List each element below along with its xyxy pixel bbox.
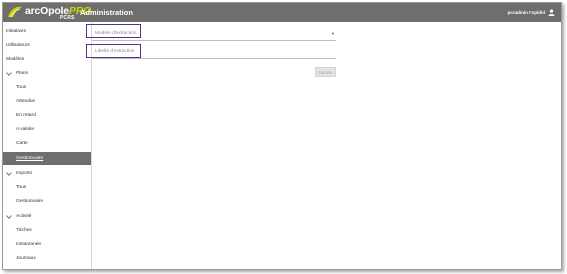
chevron-down-icon xyxy=(6,214,12,219)
sidebar-item-label: Modèles xyxy=(6,57,25,62)
sidebar-item-label: Carte xyxy=(16,141,28,146)
logo: arcOpolePRO xyxy=(7,5,91,20)
sidebar-item-plans-gestionnaire[interactable]: Gestionnaire xyxy=(3,152,91,165)
user-name: pcradmin I'opidnl xyxy=(507,10,545,15)
sidebar-item-utilisateurs[interactable]: Utilisateurs xyxy=(3,39,91,52)
sidebar-item-label: Gestionnaire xyxy=(16,156,44,161)
sidebar-item-plans-a-valider[interactable]: A valider xyxy=(3,123,91,136)
logo-subtitle: PCRS xyxy=(60,15,75,21)
sidebar-item-activite-journaux[interactable]: Journaux xyxy=(3,252,91,265)
sidebar-item-plans-carte[interactable]: Carte xyxy=(3,137,91,150)
sidebar-item-label: Journaux xyxy=(16,256,36,261)
logo-mark-icon xyxy=(8,6,22,18)
sidebar-item-label: Plans xyxy=(16,71,28,76)
app-window: arcOpolePRO PCRS Administration pcradmin… xyxy=(2,2,562,270)
sidebar-item-modeles[interactable]: Modèles xyxy=(3,53,91,66)
sidebar-item-imports[interactable]: Imports xyxy=(3,167,91,180)
sidebar-item-label: Attendus xyxy=(16,99,35,104)
sidebar-item-label: Tâches xyxy=(16,228,32,233)
sidebar-item-activite-instantanee[interactable]: Instantanée xyxy=(3,238,91,251)
sidebar-item-label: Tous xyxy=(16,185,27,190)
sidebar-item-label: Imports xyxy=(16,171,32,176)
user-menu[interactable]: pcradmin I'opidnl xyxy=(508,9,555,16)
sidebar-item-label: Initiatives xyxy=(6,29,26,34)
sidebar-item-activite[interactable]: Activité xyxy=(3,210,91,223)
sidebar-item-imports-gestionnaire[interactable]: Gestionnaire xyxy=(3,195,91,208)
sidebar-item-label: Tous xyxy=(16,85,27,90)
sidebar-item-label: Activité xyxy=(16,214,32,219)
sidebar-item-plans[interactable]: Plans xyxy=(3,67,91,80)
main-content: Modèle d'extraction ▾ Libellé d'extracti… xyxy=(86,22,561,269)
chevron-down-icon xyxy=(6,171,12,176)
sidebar-item-label: A valider xyxy=(16,127,35,132)
sidebar: Initiatives Utilisateurs Modèles Plans T… xyxy=(3,22,92,269)
extract-button[interactable]: Extraire xyxy=(315,67,336,77)
sidebar-item-initiatives[interactable]: Initiatives xyxy=(3,25,91,38)
sidebar-item-plans-en-retard[interactable]: En retard xyxy=(3,109,91,122)
sidebar-item-plans-attendus[interactable]: Attendus xyxy=(3,95,91,108)
sidebar-item-imports-tous[interactable]: Tous xyxy=(3,181,91,194)
user-icon xyxy=(548,9,555,16)
dropdown-caret-icon: ▾ xyxy=(331,31,334,36)
sidebar-item-label: En retard xyxy=(16,113,36,118)
sidebar-item-activite-taches[interactable]: Tâches xyxy=(3,224,91,237)
sidebar-item-label: Utilisateurs xyxy=(6,43,30,48)
app-title: Administration xyxy=(80,8,133,17)
sidebar-item-label: Instantanée xyxy=(16,242,42,247)
chevron-down-icon xyxy=(6,71,12,76)
annotation-highlight-model xyxy=(86,24,141,38)
sidebar-item-label: Gestionnaire xyxy=(16,199,44,204)
top-bar: arcOpolePRO PCRS Administration pcradmin… xyxy=(3,3,561,22)
annotation-highlight-label xyxy=(86,44,141,58)
sidebar-item-plans-tous[interactable]: Tous xyxy=(3,81,91,94)
